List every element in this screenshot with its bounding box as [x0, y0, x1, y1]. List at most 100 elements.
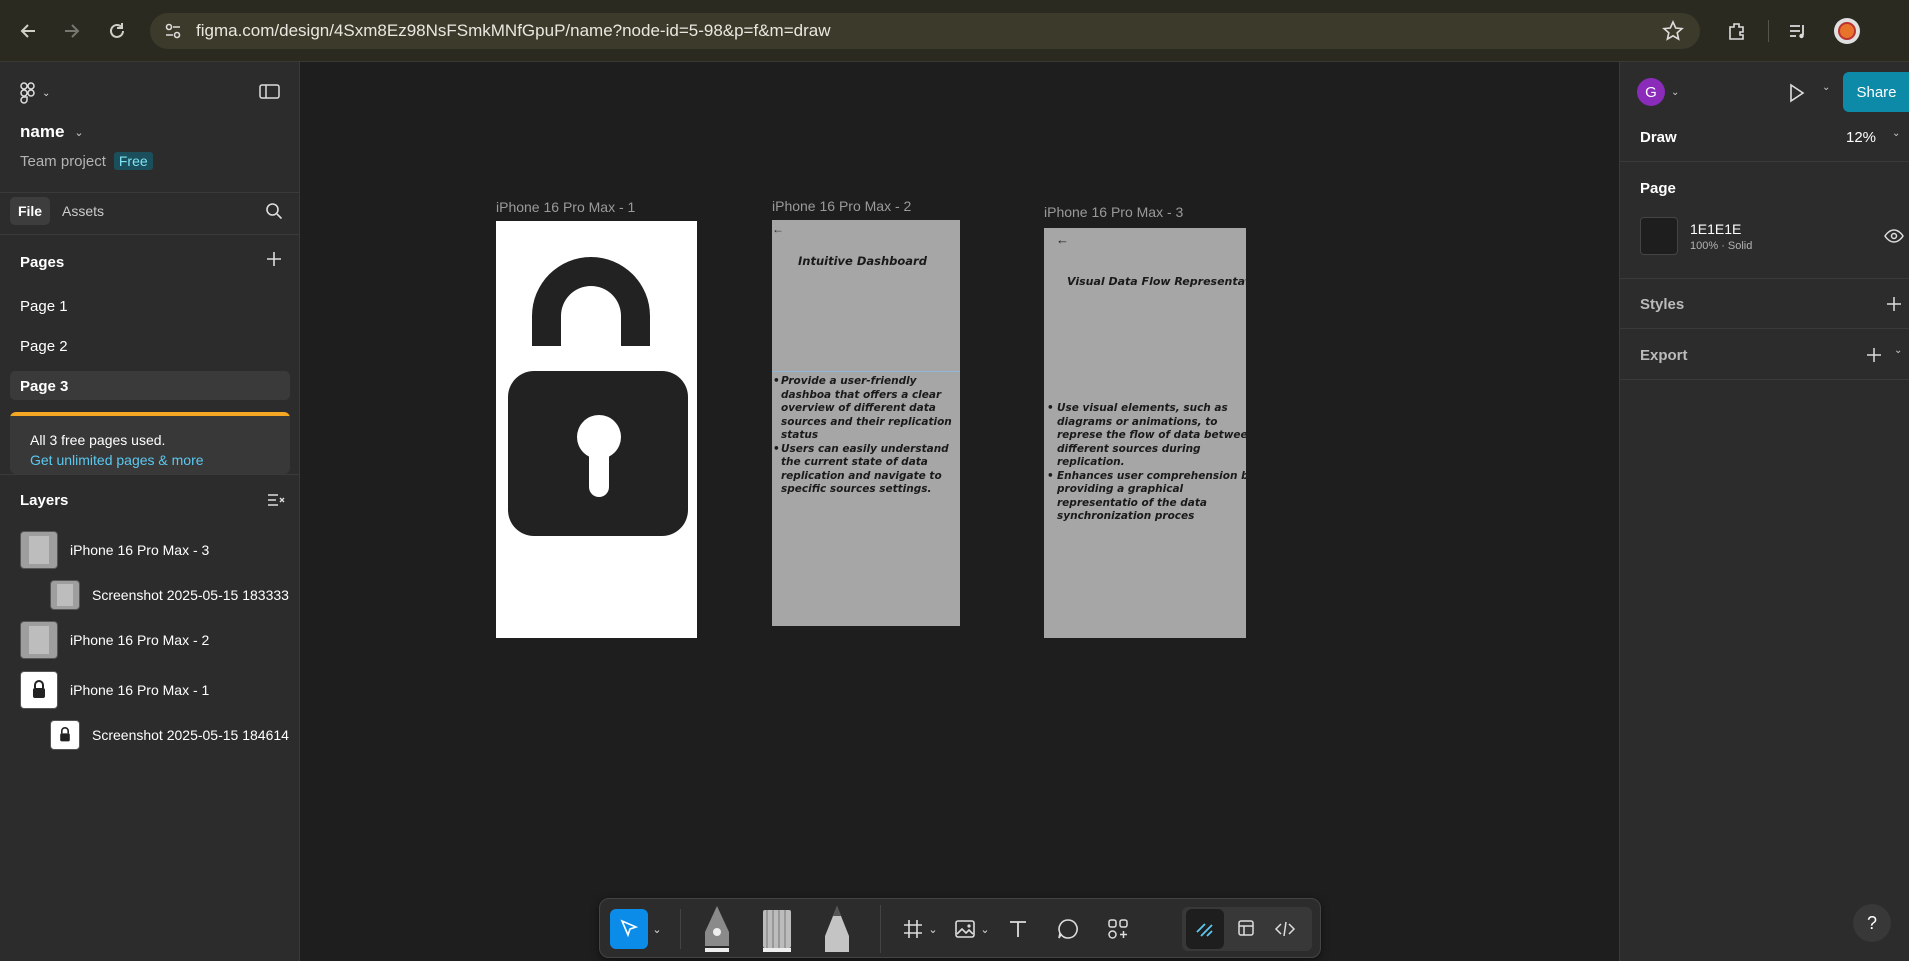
tab-file[interactable]: File — [10, 197, 50, 225]
add-style-icon[interactable] — [1886, 296, 1902, 317]
frame-iphone-3[interactable]: ← Visual Data Flow Representation •Use v… — [1044, 228, 1246, 638]
search-icon[interactable] — [265, 202, 283, 225]
move-tool-button[interactable] — [610, 909, 648, 949]
extensions-icon[interactable] — [1724, 18, 1750, 44]
forward-icon[interactable] — [58, 18, 84, 44]
layer-item[interactable]: Screenshot 2025-05-15 184614 — [50, 715, 289, 755]
bullet-list: • Provide a user-friendly dashboa that of… — [772, 375, 960, 497]
toggle-sidebar-icon[interactable] — [259, 83, 281, 106]
design-mode-button[interactable] — [1230, 909, 1264, 949]
layer-thumbnail — [20, 531, 58, 569]
frame-label[interactable]: iPhone 16 Pro Max - 2 — [772, 198, 911, 214]
actions-tool-button[interactable] — [1104, 909, 1132, 949]
fill-hex[interactable]: 1E1E1E — [1690, 221, 1741, 237]
layer-thumbnail — [50, 580, 80, 610]
page-item-2[interactable]: Page 2 — [10, 331, 290, 360]
tab-assets[interactable]: Assets — [62, 203, 104, 219]
layer-item[interactable]: Screenshot 2025-05-15 183333 — [50, 575, 289, 615]
bookmark-star-icon[interactable] — [1662, 20, 1684, 47]
fill-meta: 100% · Solid — [1690, 240, 1753, 252]
file-name: name — [20, 122, 65, 141]
layers-title: Layers — [20, 492, 69, 509]
layer-label: Screenshot 2025-05-15 183333 — [92, 587, 289, 603]
frame-heading: Intuitive Dashboard — [798, 254, 927, 268]
chevron-down-icon[interactable]: ⌄ — [926, 909, 940, 949]
frame-tool-button[interactable] — [900, 909, 926, 949]
page-item-3[interactable]: Page 3 — [10, 371, 290, 400]
add-export-icon[interactable] — [1866, 347, 1882, 368]
image-tool-button[interactable] — [952, 909, 978, 949]
frame-heading: Visual Data Flow Representation — [1067, 275, 1246, 288]
pages-title: Pages — [20, 254, 65, 271]
chevron-down-icon: ⌄ — [42, 87, 51, 99]
present-icon[interactable] — [1786, 83, 1806, 108]
browser-toolbar: figma.com/design/4Sxm8Ez98NsFSmkMNfGpuP/… — [0, 0, 1909, 62]
fill-swatch[interactable] — [1640, 217, 1678, 255]
draw-mode-button[interactable] — [1186, 909, 1224, 949]
pencil-icon — [825, 906, 849, 952]
frame-label[interactable]: iPhone 16 Pro Max - 1 — [496, 199, 635, 215]
media-control-icon[interactable] — [1785, 18, 1811, 44]
toolbar-divider — [1768, 20, 1769, 42]
pen-icon — [705, 906, 729, 952]
add-page-icon[interactable] — [266, 251, 282, 272]
help-button[interactable]: ? — [1853, 904, 1891, 942]
styles-title: Styles — [1640, 296, 1685, 313]
pen-tool-button[interactable] — [700, 906, 734, 952]
figma-logo-icon — [20, 82, 35, 104]
comment-tool-button[interactable] — [1054, 909, 1082, 949]
page-item-1[interactable]: Page 1 — [10, 291, 290, 320]
lock-icon — [508, 257, 688, 536]
marker-icon — [763, 910, 791, 952]
chevron-down-icon[interactable]: ⌄ — [1822, 82, 1830, 93]
chevron-down-icon[interactable]: ⌄ — [650, 909, 664, 949]
layer-label: iPhone 16 Pro Max - 1 — [70, 682, 210, 698]
frame-icon — [904, 920, 922, 938]
layer-item[interactable]: iPhone 16 Pro Max - 1 — [20, 670, 209, 710]
frame-label[interactable]: iPhone 16 Pro Max - 3 — [1044, 204, 1183, 220]
layer-label: iPhone 16 Pro Max - 3 — [70, 542, 210, 558]
bottom-toolbar: ⌄ ⌄ ⌄ — [599, 898, 1321, 958]
main-menu-button[interactable]: ⌄ — [20, 82, 50, 104]
pencil-tool-button[interactable] — [820, 906, 854, 952]
dev-mode-button[interactable] — [1268, 909, 1302, 949]
share-button[interactable]: Share — [1843, 72, 1909, 112]
chevron-down-icon[interactable]: ⌄ — [978, 909, 992, 949]
upgrade-link[interactable]: Get unlimited pages & more — [30, 452, 204, 468]
layer-item[interactable]: iPhone 16 Pro Max - 2 — [20, 620, 209, 660]
design-canvas[interactable]: iPhone 16 Pro Max - 1 iPhone 16 Pro Max … — [300, 62, 1619, 961]
chevron-down-icon[interactable]: ⌄ — [1894, 345, 1902, 356]
page-section-title: Page — [1640, 180, 1676, 197]
design-mode-icon — [1238, 920, 1254, 936]
cursor-icon — [620, 919, 639, 938]
text-icon — [1010, 921, 1026, 937]
site-info-icon[interactable] — [164, 22, 182, 45]
right-sidebar: G ⌄ ⌄ Share Draw 12% ⌄ Page 1E1E1E 100% … — [1619, 62, 1909, 961]
file-name-button[interactable]: name ⌄ — [20, 122, 84, 142]
back-arrow-icon: ← — [772, 222, 784, 236]
frame-iphone-2[interactable]: ← Intuitive Dashboard • Provide a user-fr… — [772, 220, 960, 626]
divider-line — [772, 371, 960, 372]
bullet-item: • Enhances user comprehension by providin… — [1047, 469, 1246, 523]
eye-icon[interactable] — [1884, 228, 1904, 249]
user-menu[interactable]: G ⌄ — [1637, 78, 1679, 106]
address-bar[interactable]: figma.com/design/4Sxm8Ez98NsFSmkMNfGpuP/… — [150, 13, 1700, 49]
back-icon[interactable] — [16, 18, 42, 44]
layers-options-icon[interactable] — [267, 493, 285, 514]
frame-iphone-1[interactable] — [496, 221, 697, 638]
team-label: Team project — [20, 152, 106, 170]
bullet-item: • Provide a user-friendly dashboa that of… — [773, 375, 952, 441]
reload-icon[interactable] — [104, 18, 130, 44]
marker-tool-button[interactable] — [760, 909, 794, 952]
components-icon — [1108, 919, 1128, 939]
zoom-level[interactable]: 12% — [1846, 129, 1876, 146]
code-icon — [1274, 921, 1296, 937]
layer-item[interactable]: iPhone 16 Pro Max - 3 — [20, 530, 209, 570]
user-avatar: G — [1637, 78, 1665, 106]
text-tool-button[interactable] — [1004, 909, 1032, 949]
profile-avatar[interactable] — [1834, 18, 1860, 44]
url-text: figma.com/design/4Sxm8Ez98NsFSmkMNfGpuP/… — [196, 21, 831, 40]
draw-mode-icon — [1196, 923, 1213, 937]
chevron-down-icon[interactable]: ⌄ — [1892, 128, 1900, 139]
mode-label: Draw — [1640, 129, 1677, 146]
